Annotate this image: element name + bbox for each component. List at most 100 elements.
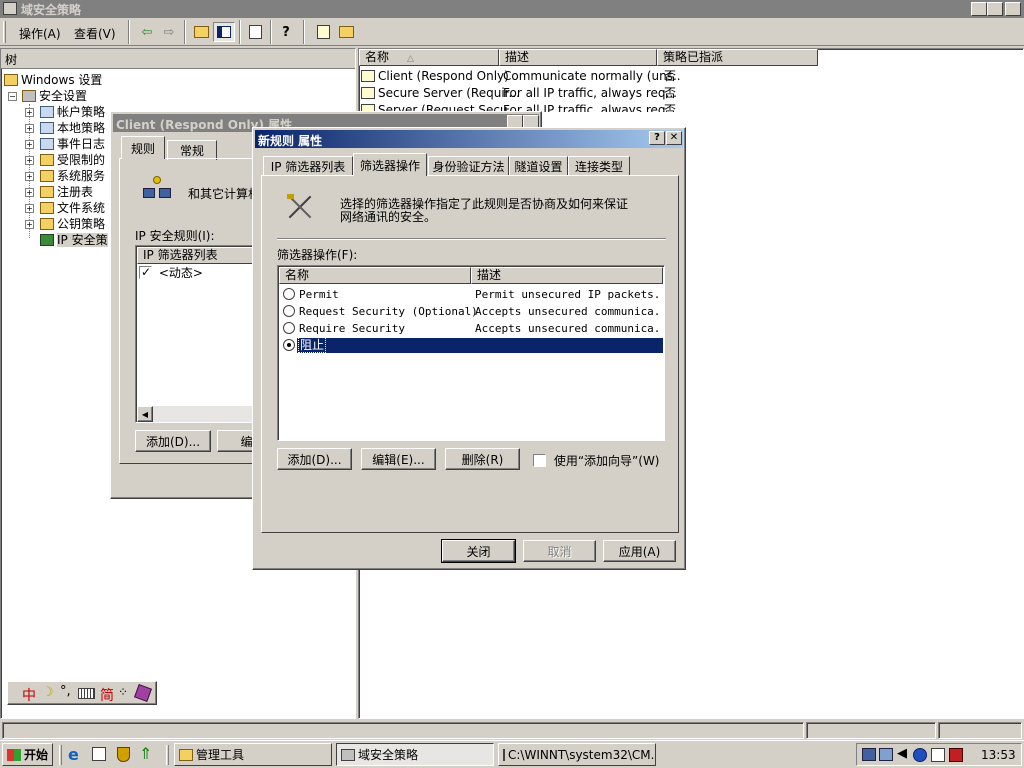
- expand-icon[interactable]: +: [25, 172, 34, 181]
- security-tray-icon[interactable]: [949, 748, 963, 762]
- ie-icon[interactable]: e: [68, 745, 79, 764]
- tree-security-settings[interactable]: 安全设置: [22, 88, 87, 104]
- globe-icon[interactable]: [913, 748, 927, 762]
- action-radio-selected[interactable]: [283, 339, 295, 351]
- security-icon: [22, 90, 36, 102]
- tab-general[interactable]: 常规: [167, 140, 217, 160]
- task-domain-policy[interactable]: 域安全策略: [336, 743, 494, 766]
- scroll-left-button[interactable]: ◀: [137, 406, 153, 422]
- client-add-button[interactable]: 添加(D)...: [135, 430, 211, 452]
- start-button[interactable]: 开始: [2, 743, 53, 766]
- export-list-icon[interactable]: [244, 22, 266, 42]
- action-add-button[interactable]: 添加(D)...: [277, 448, 352, 470]
- action-radio[interactable]: [283, 322, 295, 334]
- tab-tunnel-settings[interactable]: 隧道设置: [509, 156, 568, 176]
- action-remove-button[interactable]: 删除(R): [445, 448, 520, 470]
- close-button[interactable]: ✕: [1005, 2, 1021, 16]
- toolbar-separator: [270, 20, 272, 44]
- action-row-block[interactable]: 阻止: [283, 337, 663, 354]
- col-name[interactable]: 名称 △: [359, 49, 499, 66]
- tree-item-account-policy[interactable]: 帐户策略: [40, 104, 105, 120]
- tree-item-restricted-groups[interactable]: 受限制的: [40, 152, 105, 168]
- keyboard-icon[interactable]: [78, 688, 95, 699]
- tree-item-public-key[interactable]: 公钥策略: [40, 216, 105, 232]
- wizard-checkbox[interactable]: [533, 454, 546, 467]
- expand-icon[interactable]: +: [25, 124, 34, 133]
- tree-icon[interactable]: ⇑: [139, 744, 152, 763]
- punct-icon[interactable]: °,: [60, 684, 71, 699]
- expand-icon[interactable]: +: [25, 156, 34, 165]
- close-dialog-button[interactable]: 关闭: [441, 539, 516, 563]
- col-assigned[interactable]: 策略已指派: [657, 49, 818, 66]
- quicklaunch-grip: [166, 745, 169, 765]
- moon-icon[interactable]: ☽: [42, 685, 54, 700]
- minimize-button[interactable]: _: [971, 2, 987, 16]
- rule-help-button[interactable]: ?: [649, 131, 665, 145]
- tree-item-system-services[interactable]: 系统服务: [40, 168, 105, 184]
- menu-action[interactable]: 操作(A): [19, 25, 61, 42]
- col-desc[interactable]: 描述: [499, 49, 657, 66]
- col-action-desc[interactable]: 描述: [471, 267, 663, 284]
- window-title: 域安全策略: [21, 3, 82, 17]
- task-admin-tools[interactable]: 管理工具: [174, 743, 332, 766]
- menu-view[interactable]: 查看(V): [74, 25, 116, 42]
- rule-checkbox[interactable]: ✓: [139, 265, 152, 279]
- policy-icon: [341, 748, 355, 761]
- back-icon[interactable]: ⇦: [136, 22, 158, 42]
- main-titlebar[interactable]: 域安全策略 _ ▫ ✕: [0, 0, 1024, 18]
- rule-close-button[interactable]: ✕: [666, 131, 682, 145]
- divider: [277, 238, 666, 240]
- expand-icon[interactable]: +: [25, 140, 34, 149]
- action-edit-button[interactable]: 编辑(E)...: [361, 448, 436, 470]
- volume-icon[interactable]: ◀: [897, 746, 907, 761]
- filter-actions-list[interactable]: 名称 描述 Permit Permit unsecured IP packets…: [277, 265, 665, 441]
- tab-rules[interactable]: 规则: [121, 136, 165, 159]
- cancel-button[interactable]: 取消: [523, 540, 596, 562]
- tree-item-registry[interactable]: 注册表: [40, 184, 93, 200]
- action-row-require-security[interactable]: Require Security Accepts unsecured commu…: [283, 320, 663, 337]
- ime-bar[interactable]: 中 ☽ °, 简 ⁘: [7, 681, 157, 705]
- tab-auth-methods[interactable]: 身份验证方法: [428, 156, 509, 176]
- tab-filter-action[interactable]: 筛选器操作: [353, 153, 427, 176]
- expand-icon[interactable]: +: [25, 188, 34, 197]
- tree-item-event-log[interactable]: 事件日志: [40, 136, 105, 152]
- show-tree-icon[interactable]: [213, 22, 235, 42]
- tab-connection-type[interactable]: 连接类型: [568, 156, 630, 176]
- ime-lang[interactable]: 中: [22, 685, 36, 705]
- list-item[interactable]: Secure Server (Requir... For all IP traf…: [361, 85, 681, 102]
- network-icon[interactable]: [862, 748, 876, 761]
- manage-filters-icon[interactable]: [335, 22, 357, 42]
- help-icon[interactable]: ?: [275, 22, 297, 42]
- list-item[interactable]: Client (Respond Only) Communicate normal…: [361, 68, 681, 85]
- action-row-request-security[interactable]: Request Security (Optional) Accepts unse…: [283, 303, 663, 320]
- monitor-icon[interactable]: [879, 748, 893, 761]
- shield-icon[interactable]: [117, 747, 130, 762]
- action-radio[interactable]: [283, 305, 295, 317]
- clock[interactable]: 13:53: [981, 748, 1016, 762]
- action-row-permit[interactable]: Permit Permit unsecured IP packets...: [283, 286, 663, 303]
- expand-icon[interactable]: +: [25, 108, 34, 117]
- outlook-icon[interactable]: [92, 747, 106, 761]
- pen-icon[interactable]: [931, 748, 945, 762]
- softkbd-icon[interactable]: ⁘: [118, 685, 128, 699]
- tree-item-file-system[interactable]: 文件系统: [40, 200, 105, 216]
- rule-dialog-titlebar[interactable]: 新规则 属性 ? ✕: [255, 130, 683, 148]
- tree-item-ip-security[interactable]: IP 安全策: [40, 232, 108, 248]
- action-radio[interactable]: [283, 288, 295, 300]
- ime-mode[interactable]: 简: [100, 685, 114, 705]
- collapse-icon[interactable]: −: [8, 92, 17, 101]
- col-action-name[interactable]: 名称: [279, 267, 471, 284]
- tab-ip-filter-list[interactable]: IP 筛选器列表: [263, 156, 353, 176]
- help-book-icon[interactable]: [134, 684, 152, 702]
- expand-icon[interactable]: +: [25, 204, 34, 213]
- task-cmd[interactable]: C:\WINNT\system32\CM...: [498, 743, 656, 766]
- tree-root[interactable]: Windows 设置: [4, 72, 102, 88]
- expand-icon[interactable]: +: [25, 220, 34, 229]
- new-policy-icon[interactable]: [312, 22, 334, 42]
- restore-button[interactable]: ▫: [987, 2, 1003, 16]
- forward-icon[interactable]: ⇨: [158, 22, 180, 42]
- tree-item-local-policy[interactable]: 本地策略: [40, 120, 105, 136]
- up-folder-icon[interactable]: [190, 22, 212, 42]
- apply-button[interactable]: 应用(A): [603, 540, 676, 562]
- wizard-option[interactable]: 使用“添加向导”(W): [533, 452, 660, 469]
